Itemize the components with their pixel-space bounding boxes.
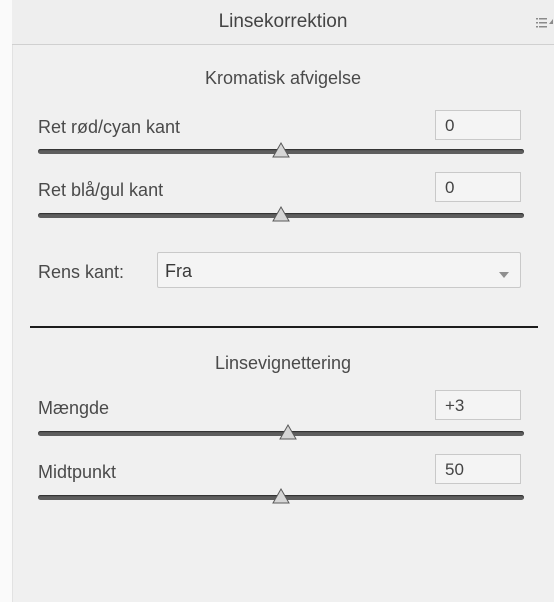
red-cyan-slider[interactable] xyxy=(38,141,524,162)
amount-label: Mængde xyxy=(38,398,110,418)
blue-yellow-value-field[interactable]: 0 xyxy=(435,172,521,202)
red-cyan-value-field[interactable]: 0 xyxy=(435,110,521,140)
blue-yellow-label: Ret blå/gul kant xyxy=(38,180,164,200)
midpoint-slider-thumb[interactable] xyxy=(272,487,290,506)
blue-yellow-slider[interactable] xyxy=(38,205,524,226)
chevron-down-icon xyxy=(499,266,509,278)
panel-title-bar: Linsekorrektion xyxy=(12,0,554,45)
lens-correction-panel: Linsekorrektion Kromatisk afvigelse Ret … xyxy=(0,0,554,602)
midpoint-label: Midtpunkt xyxy=(38,462,117,482)
section-divider xyxy=(30,326,538,328)
panel-title: Linsekorrektion xyxy=(218,11,348,32)
blue-yellow-slider-thumb[interactable] xyxy=(272,205,290,224)
lens-vignetting-heading: Linsevignettering xyxy=(214,353,352,373)
defringe-selected-value: Fra xyxy=(165,261,192,281)
chromatic-aberration-heading: Kromatisk afvigelse xyxy=(204,68,362,88)
defringe-label: Rens kant: xyxy=(38,262,125,282)
amount-slider[interactable] xyxy=(38,423,524,444)
panel-menu-icon[interactable] xyxy=(536,16,554,30)
amount-value-field[interactable]: +3 xyxy=(435,390,521,420)
red-cyan-slider-thumb[interactable] xyxy=(272,141,290,160)
red-cyan-label: Ret rød/cyan kant xyxy=(38,117,181,137)
defringe-select[interactable]: Fra xyxy=(157,252,521,288)
amount-slider-thumb[interactable] xyxy=(279,423,298,442)
midpoint-value-field[interactable]: 50 xyxy=(435,454,521,484)
midpoint-slider[interactable] xyxy=(38,487,524,508)
